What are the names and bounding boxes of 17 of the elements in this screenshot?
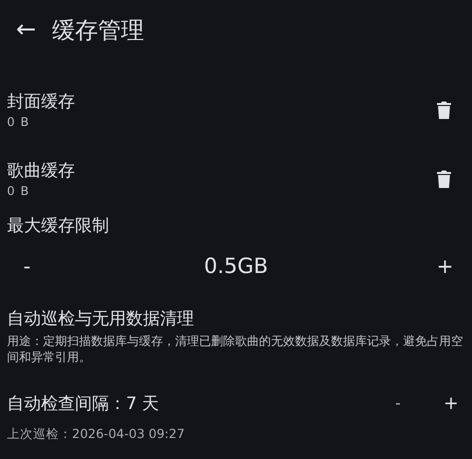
- cache-name: 歌曲缓存: [7, 160, 76, 182]
- section-title: 自动巡检与无用数据清理: [7, 308, 195, 330]
- section-description: 用途：定期扫描数据库与缓存，清理已删除歌曲的无效数据及数据库记录，避免占用空间和异常引用。: [7, 333, 464, 365]
- increment-button[interactable]: +: [438, 392, 464, 414]
- last-check-time: 上次巡检：2026-04-03 09:27: [7, 426, 186, 443]
- decrement-button[interactable]: -: [7, 254, 47, 278]
- decrement-button[interactable]: -: [385, 394, 411, 412]
- max-cache-label: 最大缓存限制: [7, 215, 110, 237]
- cache-name: 封面缓存: [7, 90, 76, 112]
- delete-icon[interactable]: [436, 100, 452, 120]
- cache-limit-value: 0.5GB: [204, 254, 268, 278]
- interval-label: 自动检查间隔：7 天: [7, 392, 160, 414]
- cache-size: 0 B: [7, 114, 31, 128]
- page-title: 缓存管理: [52, 16, 144, 46]
- increment-button[interactable]: +: [424, 254, 465, 278]
- cache-size: 0 B: [7, 184, 31, 198]
- delete-icon[interactable]: [436, 168, 452, 188]
